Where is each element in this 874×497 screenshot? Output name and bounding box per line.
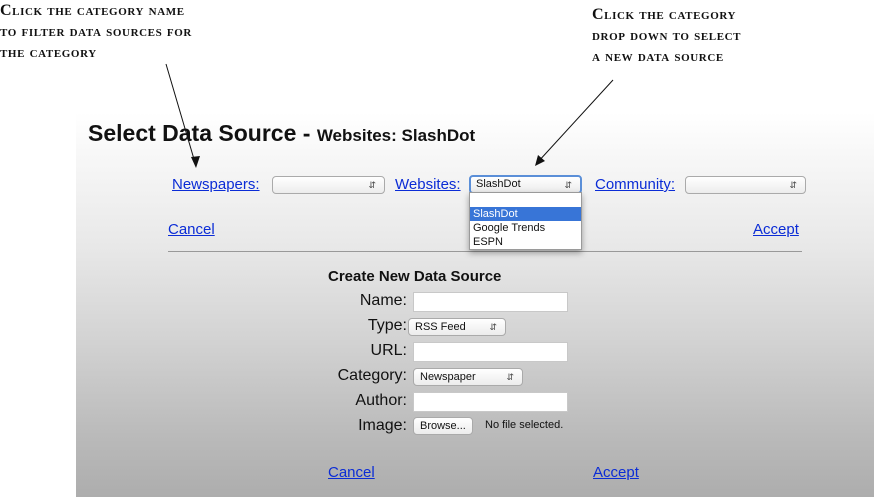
select-arrows-icon: ⇵	[489, 322, 497, 332]
type-select-value: RSS Feed	[415, 321, 466, 333]
select-data-source-panel: Select Data Source - Websites: SlashDot …	[76, 112, 874, 497]
annotation-right: Click the category drop down to select a…	[592, 4, 741, 67]
page-title-main: Select Data Source -	[88, 120, 317, 146]
annotation-right-line-2: drop down to select	[592, 27, 742, 44]
annotation-left-line-3: the category	[0, 44, 97, 61]
type-select[interactable]: RSS Feed ⇵	[408, 318, 506, 336]
accept-link-bottom[interactable]: Accept	[593, 464, 639, 481]
select-arrows-icon: ⇵	[564, 180, 572, 190]
name-field[interactable]	[413, 292, 568, 312]
dropdown-option-slashdot[interactable]: SlashDot	[470, 207, 581, 221]
divider	[168, 251, 802, 252]
select-arrows-icon: ⇵	[789, 180, 797, 190]
category-link-newspapers[interactable]: Newspapers:	[172, 176, 260, 193]
community-select[interactable]: ⇵	[685, 176, 806, 194]
type-label: Type:	[367, 317, 407, 334]
select-arrows-icon: ⇵	[368, 180, 376, 190]
dropdown-option-espn[interactable]: ESPN	[470, 235, 581, 249]
websites-select-value: SlashDot	[476, 178, 521, 190]
no-file-text: No file selected.	[485, 419, 564, 431]
form-heading: Create New Data Source	[328, 268, 502, 285]
annotation-right-line-1: Click the category	[592, 6, 737, 23]
page-title-subtitle: Websites: SlashDot	[316, 126, 476, 145]
category-link-websites[interactable]: Websites:	[395, 176, 461, 193]
accept-link-top[interactable]: Accept	[753, 221, 799, 238]
dropdown-option-google-trends[interactable]: Google Trends	[470, 221, 581, 235]
cancel-link-top[interactable]: Cancel	[168, 221, 215, 238]
newspapers-select[interactable]: ⇵	[272, 176, 385, 194]
author-field[interactable]	[413, 392, 568, 412]
category-select[interactable]: Newspaper ⇵	[413, 368, 523, 386]
name-label: Name:	[359, 292, 407, 309]
author-label: Author:	[355, 392, 407, 409]
websites-dropdown-list: SlashDot Google Trends ESPN	[469, 192, 582, 250]
page-title: Select Data Source - Websites: SlashDot	[88, 120, 475, 147]
dropdown-blank-option[interactable]	[470, 193, 581, 207]
select-arrows-icon: ⇵	[506, 372, 514, 382]
annotation-left-line-2: to filter data sources for	[0, 23, 192, 40]
browse-button[interactable]: Browse...	[413, 417, 473, 435]
category-link-community[interactable]: Community:	[595, 176, 675, 193]
image-label: Image:	[358, 417, 407, 434]
category-label: Category:	[337, 367, 407, 384]
annotation-left: Click the category name to filter data s…	[0, 0, 192, 63]
cancel-link-bottom[interactable]: Cancel	[328, 464, 375, 481]
annotation-right-line-3: a new data source	[592, 48, 724, 65]
annotation-left-line-1: Click the category name	[0, 2, 185, 19]
category-select-value: Newspaper	[420, 371, 476, 383]
url-label: URL:	[370, 342, 407, 359]
url-field[interactable]	[413, 342, 568, 362]
